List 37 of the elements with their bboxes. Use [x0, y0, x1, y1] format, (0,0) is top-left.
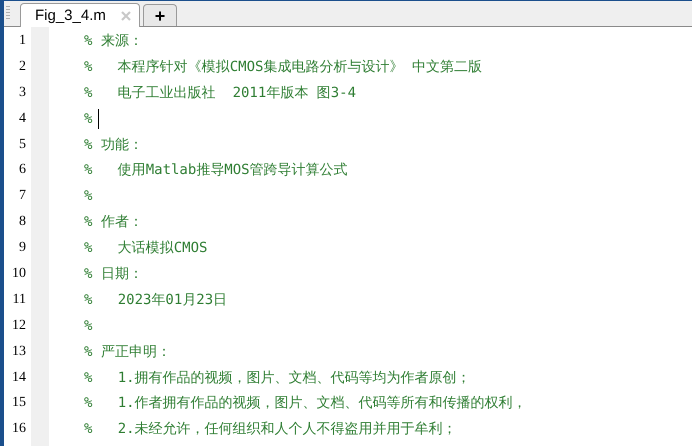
- code-comment: % 1.作者拥有作品的视频，图片、文档、代码等所有和传播的权利，: [84, 394, 527, 412]
- new-tab-button[interactable]: +: [143, 4, 177, 26]
- line-number: 5: [19, 136, 26, 152]
- code-comment: % 本程序针对《模拟CMOS集成电路分析与设计》 中文第二版: [84, 58, 482, 76]
- code-comment: %: [84, 110, 92, 127]
- code-comment: % 2023年01月23日: [84, 290, 228, 309]
- line-number: 8: [19, 214, 26, 230]
- line-number: 11: [12, 292, 26, 308]
- line-number: 2: [19, 58, 26, 75]
- code-comment: % 严正申明：: [84, 342, 171, 361]
- file-tab[interactable]: Fig_3_4.m: [20, 3, 140, 27]
- line-number: 16: [12, 421, 26, 438]
- code-comment: % 2.未经允许，任何组织和人个人不得盗用并用于牟利；: [84, 420, 457, 438]
- line-number: 9: [19, 240, 26, 256]
- line-number: 12: [12, 318, 26, 334]
- line-number: 7: [19, 188, 26, 204]
- line-number: 3: [19, 84, 26, 101]
- code-comment: % 1.拥有作品的视频，图片、文档、代码等均为作者原创；: [84, 368, 471, 387]
- line-number: 10: [12, 266, 26, 282]
- code-comment: % 日期：: [84, 264, 143, 283]
- line-number: 13: [12, 344, 26, 360]
- line-number: 15: [12, 395, 26, 412]
- code-comment: % 功能：: [84, 136, 143, 154]
- line-number: 4: [19, 110, 26, 127]
- line-number: 14: [12, 370, 26, 386]
- line-number: 1: [19, 32, 26, 49]
- code-comment: % 使用Matlab推导MOS管跨导计算公式: [84, 161, 348, 180]
- close-icon[interactable]: [121, 10, 131, 20]
- code-comment: % 来源：: [84, 32, 143, 50]
- code-comment: %: [84, 188, 92, 204]
- line-number: 6: [19, 162, 26, 178]
- code-comment: % 电子工业出版社 2011年版本 图3-4: [84, 84, 356, 102]
- code-comment: % 大话模拟CMOS: [84, 239, 208, 258]
- grip-icon[interactable]: [6, 6, 10, 20]
- code-comment: % 作者：: [84, 213, 143, 232]
- tab-label: Fig_3_4.m: [35, 7, 106, 24]
- code-comment: %: [84, 318, 92, 334]
